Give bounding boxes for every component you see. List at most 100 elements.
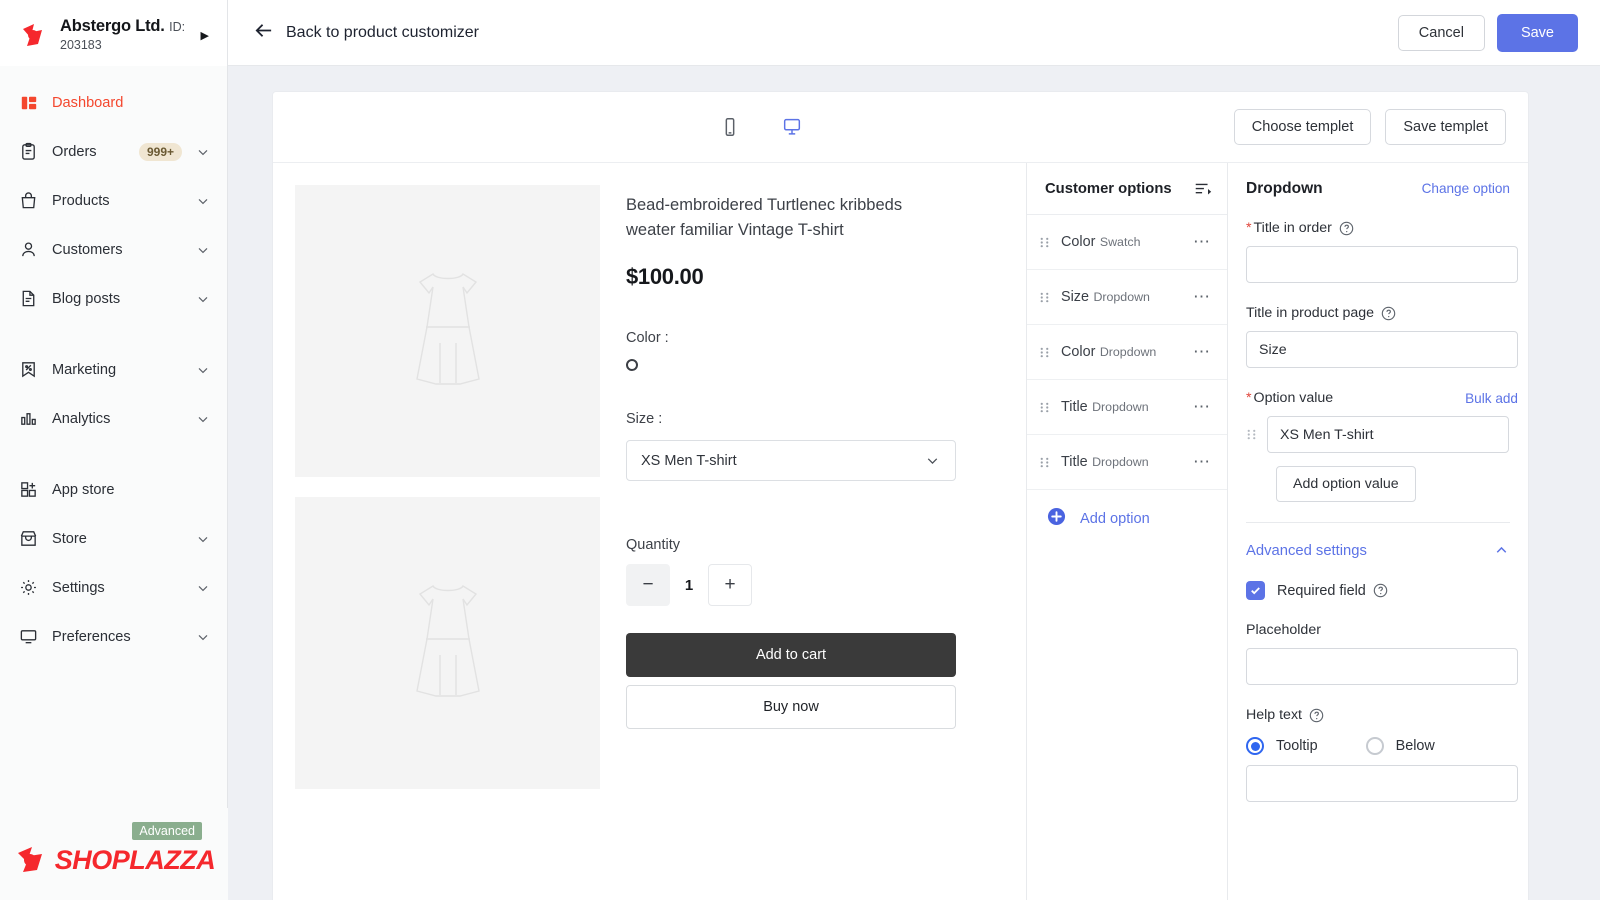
desktop-preview-button[interactable]	[779, 114, 805, 140]
help-text-tooltip-radio[interactable]	[1246, 737, 1264, 755]
cancel-button[interactable]: Cancel	[1397, 14, 1485, 51]
color-swatch-option[interactable]	[626, 359, 638, 371]
option-list-item[interactable]: Title Dropdown ⋯	[1027, 435, 1227, 490]
option-value-input[interactable]	[1267, 416, 1509, 453]
sidebar-item-store[interactable]: Store	[0, 514, 227, 563]
back-to-product-customizer-button[interactable]: Back to product customizer	[253, 20, 479, 46]
drag-handle-icon[interactable]	[1246, 427, 1258, 442]
chevron-down-icon[interactable]	[195, 580, 211, 596]
choose-template-button[interactable]: Choose templet	[1233, 109, 1372, 145]
help-question-icon[interactable]	[1339, 221, 1354, 236]
products-icon	[18, 190, 39, 211]
option-item-name: Color	[1061, 344, 1096, 360]
required-field-row: Required field	[1246, 581, 1510, 600]
option-list-item[interactable]: Color Dropdown ⋯	[1027, 325, 1227, 380]
topbar: Back to product customizer Cancel Save	[228, 0, 1600, 66]
help-text-label: Help text	[1246, 707, 1510, 723]
option-item-more-icon[interactable]: ⋯	[1193, 232, 1215, 252]
help-question-icon[interactable]	[1309, 708, 1324, 723]
option-list-item[interactable]: Size Dropdown ⋯	[1027, 270, 1227, 325]
store-name: Abstergo Ltd.	[60, 16, 165, 35]
title-in-order-input[interactable]	[1246, 246, 1518, 283]
buy-now-button[interactable]: Buy now	[626, 685, 956, 729]
option-item-name: Color	[1061, 234, 1096, 250]
sidebar-item-label: Products	[52, 192, 110, 209]
chevron-down-icon[interactable]	[195, 193, 211, 209]
product-image-1[interactable]	[295, 185, 600, 477]
sort-options-icon[interactable]	[1193, 179, 1213, 199]
sidebar-item-app-store[interactable]: App store	[0, 465, 227, 514]
sidebar-item-preferences[interactable]: Preferences	[0, 612, 227, 661]
option-item-more-icon[interactable]: ⋯	[1193, 342, 1215, 362]
save-button[interactable]: Save	[1496, 13, 1578, 52]
required-field-label: Required field	[1277, 583, 1388, 599]
sidebar-nav: Dashboard Orders 999+ Products Customers…	[0, 66, 227, 900]
option-list-item[interactable]: Color Swatch ⋯	[1027, 215, 1227, 270]
drag-handle-icon[interactable]	[1039, 455, 1051, 470]
sidebar-item-products[interactable]: Products	[0, 176, 227, 225]
quantity-increase-button[interactable]: +	[708, 564, 752, 606]
option-item-name: Title	[1061, 454, 1088, 470]
help-question-icon[interactable]	[1373, 583, 1388, 598]
store-switcher[interactable]: Abstergo Ltd. ID: 203183 ▶	[0, 0, 227, 66]
option-item-type: Dropdown	[1093, 290, 1150, 304]
add-to-cart-button[interactable]: Add to cart	[626, 633, 956, 677]
drag-handle-icon[interactable]	[1039, 235, 1051, 250]
drag-handle-icon[interactable]	[1039, 400, 1051, 415]
help-text-text: Help text	[1246, 707, 1302, 723]
help-text-radio-group: Tooltip Below	[1246, 737, 1510, 755]
product-image-2[interactable]	[295, 497, 600, 789]
color-swatch-option[interactable]	[670, 359, 682, 371]
option-item-name: Size	[1061, 289, 1089, 305]
title-in-product-page-input[interactable]	[1246, 331, 1518, 368]
color-swatch-option[interactable]	[714, 359, 726, 371]
add-option-value-button[interactable]: Add option value	[1276, 466, 1416, 502]
bulk-add-link[interactable]: Bulk add	[1465, 391, 1518, 406]
drag-handle-icon[interactable]	[1039, 345, 1051, 360]
sidebar-item-analytics[interactable]: Analytics	[0, 394, 227, 443]
help-text-below-radio[interactable]	[1365, 737, 1384, 755]
title-in-order-text: Title in order	[1253, 220, 1332, 236]
color-swatch-option[interactable]	[648, 359, 660, 371]
sidebar-item-orders[interactable]: Orders 999+	[0, 127, 227, 176]
quantity-decrease-button[interactable]: −	[626, 564, 670, 606]
chevron-down-icon[interactable]	[195, 629, 211, 645]
option-value-text: Option value	[1253, 390, 1334, 406]
change-option-link[interactable]: Change option	[1422, 181, 1510, 196]
required-field-checkbox[interactable]	[1246, 581, 1265, 600]
store-switcher-caret-icon[interactable]: ▶	[201, 29, 213, 42]
help-text-input[interactable]	[1246, 765, 1518, 802]
size-option-label: Size :	[626, 411, 663, 427]
placeholder-input[interactable]	[1246, 648, 1518, 685]
option-item-more-icon[interactable]: ⋯	[1193, 397, 1215, 417]
chevron-down-icon[interactable]	[195, 362, 211, 378]
sidebar-item-customers[interactable]: Customers	[0, 225, 227, 274]
add-option-button[interactable]: Add option	[1027, 490, 1227, 548]
title-in-order-label: * Title in order	[1246, 220, 1510, 236]
dress-placeholder-icon	[415, 585, 480, 697]
help-question-icon[interactable]	[1381, 306, 1396, 321]
drag-handle-icon[interactable]	[1039, 290, 1051, 305]
sidebar-item-blog-posts[interactable]: Blog posts	[0, 274, 227, 323]
option-item-texts: Size Dropdown	[1061, 288, 1183, 306]
chevron-down-icon[interactable]	[195, 531, 211, 547]
chevron-down-icon[interactable]	[195, 144, 211, 160]
sidebar-item-label: Store	[52, 530, 87, 547]
sidebar-item-marketing[interactable]: Marketing	[0, 345, 227, 394]
mobile-preview-button[interactable]	[717, 114, 743, 140]
option-item-more-icon[interactable]: ⋯	[1193, 452, 1215, 472]
sidebar-item-settings[interactable]: Settings	[0, 563, 227, 612]
save-template-button[interactable]: Save templet	[1385, 109, 1506, 145]
color-swatch-option[interactable]	[692, 359, 704, 371]
chevron-down-icon[interactable]	[195, 242, 211, 258]
shoplazza-logo-icon	[18, 20, 48, 50]
size-select[interactable]: XS Men T-shirt	[626, 440, 956, 481]
sidebar-item-dashboard[interactable]: Dashboard	[0, 78, 227, 127]
option-item-more-icon[interactable]: ⋯	[1193, 287, 1215, 307]
option-item-type: Dropdown	[1092, 400, 1149, 414]
product-gallery	[295, 185, 600, 900]
chevron-down-icon[interactable]	[195, 291, 211, 307]
option-list-item[interactable]: Title Dropdown ⋯	[1027, 380, 1227, 435]
chevron-down-icon[interactable]	[195, 411, 211, 427]
advanced-settings-toggle[interactable]: Advanced settings	[1246, 542, 1510, 559]
